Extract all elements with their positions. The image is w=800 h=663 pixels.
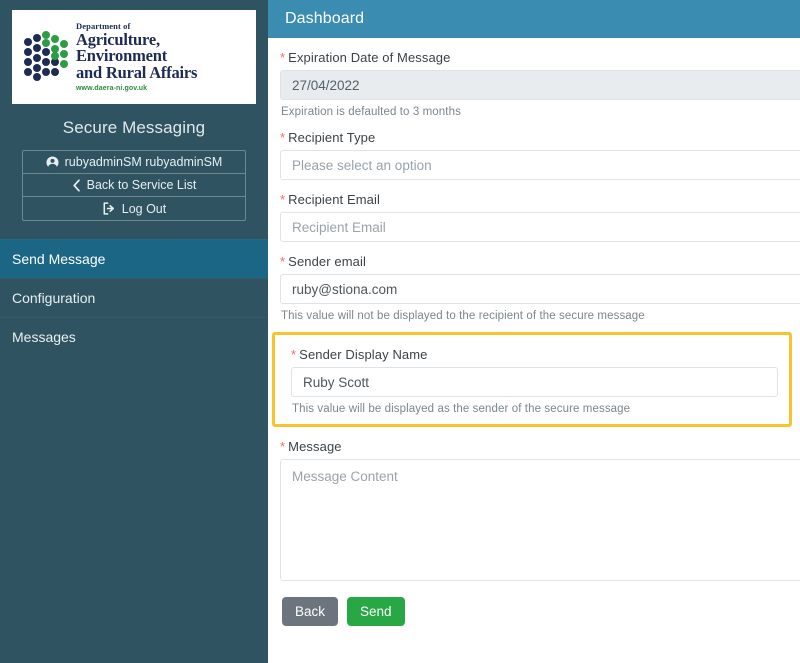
sidebar-item-configuration[interactable]: Configuration xyxy=(0,278,268,317)
sidebar-item-configuration-label: Configuration xyxy=(12,290,96,306)
sidebar-item-send-message-label: Send Message xyxy=(12,251,106,267)
sender-email-label: * Sender email xyxy=(280,242,800,274)
account-user-row[interactable]: rubyadminSM rubyadminSM xyxy=(23,151,245,174)
required-asterisk: * xyxy=(280,439,286,454)
recipient-email-label-text: Recipient Email xyxy=(288,192,380,207)
expiration-date-label-text: Expiration Date of Message xyxy=(288,50,451,65)
logo-url: www.daera-ni.gov.uk xyxy=(76,85,148,93)
required-asterisk: * xyxy=(280,254,286,269)
recipient-email-label: * Recipient Email xyxy=(280,180,800,212)
sender-email-helper: This value will not be displayed to the … xyxy=(281,310,645,322)
message-label: * Message xyxy=(280,427,800,459)
form-actions: Back Send xyxy=(268,581,800,626)
sidebar-item-messages[interactable]: Messages xyxy=(0,317,268,356)
recipient-email-input[interactable]: Recipient Email xyxy=(280,212,800,242)
page-title: Dashboard xyxy=(285,10,365,27)
field-recipient-type: * Recipient Type Please select an option xyxy=(268,118,800,180)
sender-display-name-label-text: Sender Display Name xyxy=(299,347,428,362)
sender-email-value: ruby@stiona.com xyxy=(292,281,398,297)
sidebar-item-send-message[interactable]: Send Message xyxy=(0,239,268,278)
recipient-email-placeholder: Recipient Email xyxy=(292,219,386,235)
sidebar-item-messages-label: Messages xyxy=(12,329,76,345)
sidebar-nav: Send Message Configuration Messages xyxy=(0,239,268,356)
sidebar: Department of Agriculture, Environment a… xyxy=(0,0,268,663)
expiration-date-value: 27/04/2022 xyxy=(292,77,360,93)
message-textarea[interactable]: Message Content xyxy=(280,459,800,581)
sign-out-icon xyxy=(103,202,114,215)
main-content: Dashboard * Expiration Date of Message 27… xyxy=(268,0,800,663)
app-title: Secure Messaging xyxy=(62,118,206,137)
daera-dot-emblem-icon xyxy=(24,31,68,81)
account-user-label: rubyadminSM rubyadminSM xyxy=(64,155,223,169)
back-button[interactable]: Back xyxy=(282,597,339,626)
back-to-service-list-row[interactable]: Back to Service List xyxy=(23,174,245,197)
recipient-type-value: Please select an option xyxy=(292,157,432,173)
page-header: Dashboard xyxy=(268,0,800,38)
sender-email-input[interactable]: ruby@stiona.com xyxy=(280,274,800,304)
logo-main-line-1: Agriculture, Environment xyxy=(76,29,168,66)
expiration-date-input[interactable]: 27/04/2022 xyxy=(280,70,800,100)
send-message-form: * Expiration Date of Message 27/04/2022 E… xyxy=(268,38,800,626)
sender-display-name-label: * Sender Display Name xyxy=(291,335,781,367)
field-recipient-email: * Recipient Email Recipient Email xyxy=(268,180,800,242)
sender-display-name-helper: This value will be displayed as the send… xyxy=(292,403,631,415)
message-label-text: Message xyxy=(288,439,342,454)
expiration-date-helper: Expiration is defaulted to 3 months xyxy=(281,106,461,118)
recipient-type-label: * Recipient Type xyxy=(280,118,800,150)
sender-display-name-highlight: * Sender Display Name Ruby Scott This val… xyxy=(272,332,792,427)
daera-logo-text: Department of Agriculture, Environment a… xyxy=(76,21,248,93)
send-button[interactable]: Send xyxy=(347,597,405,626)
recipient-type-label-text: Recipient Type xyxy=(288,130,376,145)
field-message: * Message Message Content xyxy=(268,427,800,581)
required-asterisk: * xyxy=(280,130,286,145)
required-asterisk: * xyxy=(280,192,286,207)
field-expiration-date: * Expiration Date of Message 27/04/2022 E… xyxy=(268,38,800,118)
log-out-row[interactable]: Log Out xyxy=(23,197,245,220)
app-window: Department of Agriculture, Environment a… xyxy=(0,0,800,663)
sender-email-label-text: Sender email xyxy=(288,254,366,269)
message-placeholder: Message Content xyxy=(292,469,398,484)
back-to-service-list-label: Back to Service List xyxy=(86,178,197,192)
required-asterisk: * xyxy=(291,347,297,362)
field-sender-display-name: * Sender Display Name Ruby Scott This val… xyxy=(283,335,781,415)
user-circle-icon xyxy=(46,155,59,169)
daera-logo: Department of Agriculture, Environment a… xyxy=(12,10,256,104)
sender-display-name-value: Ruby Scott xyxy=(303,374,370,390)
account-panel: rubyadminSM rubyadminSM Back to Service … xyxy=(22,150,246,221)
required-asterisk: * xyxy=(280,50,286,65)
field-sender-email: * Sender email ruby@stiona.com This value… xyxy=(268,242,800,322)
log-out-label: Log Out xyxy=(121,201,167,216)
logo-main-line-2: and Rural Affairs xyxy=(76,63,198,83)
recipient-type-select[interactable]: Please select an option xyxy=(280,150,800,180)
expiration-date-label: * Expiration Date of Message xyxy=(280,38,800,70)
chevron-left-icon xyxy=(72,178,80,192)
sender-display-name-input[interactable]: Ruby Scott xyxy=(291,367,778,397)
